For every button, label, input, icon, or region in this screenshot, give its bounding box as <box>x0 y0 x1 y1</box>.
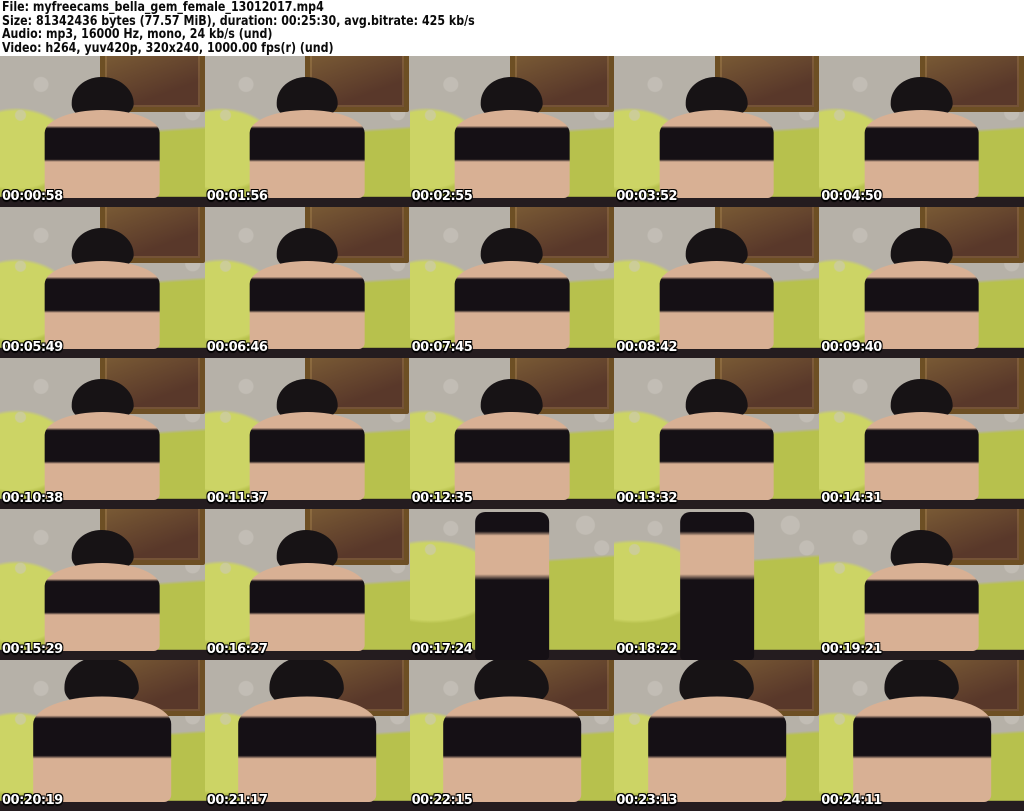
person-silhouette-icon <box>864 77 979 198</box>
video-thumbnail: 00:08:42 <box>614 207 820 358</box>
timestamp-overlay: 00:16:27 <box>206 642 268 657</box>
person-silhouette-icon <box>249 77 365 198</box>
timestamp-overlay: 00:21:17 <box>206 793 268 808</box>
timestamp-overlay: 00:14:31 <box>821 491 882 506</box>
person-silhouette-icon <box>454 379 570 500</box>
person-silhouette-icon <box>659 228 774 349</box>
person-silhouette-icon <box>249 228 365 349</box>
video-thumbnail: 00:13:32 <box>614 358 820 509</box>
timestamp-overlay: 00:11:37 <box>206 491 268 506</box>
timestamp-overlay: 00:18:22 <box>616 642 678 657</box>
video-thumbnail: 00:21:17 <box>204 660 410 811</box>
timestamp-overlay: 00:07:45 <box>411 340 473 355</box>
video-thumbnail: 00:00:58 <box>0 56 205 207</box>
person-silhouette-icon <box>647 660 786 802</box>
person-silhouette-icon <box>45 77 160 198</box>
video-thumbnail: 00:01:56 <box>204 56 410 207</box>
timestamp-overlay: 00:22:15 <box>411 793 473 808</box>
media-info-header: File: myfreecams_bella_gem_female_130120… <box>0 0 1024 56</box>
timestamp-overlay: 00:20:19 <box>2 793 63 808</box>
video-info-line: Video: h264, yuv420p, 320x240, 1000.00 f… <box>2 40 334 56</box>
video-thumbnail: 00:19:21 <box>819 509 1024 660</box>
video-thumbnail: 00:14:31 <box>819 358 1024 509</box>
video-thumbnail: 00:23:13 <box>614 660 820 811</box>
person-silhouette-icon <box>33 660 172 802</box>
person-silhouette-icon <box>249 530 365 651</box>
person-silhouette-icon <box>864 228 979 349</box>
person-silhouette-icon <box>852 660 991 802</box>
timestamp-overlay: 00:00:58 <box>2 189 63 204</box>
contact-sheet: File: myfreecams_bella_gem_female_130120… <box>0 0 1024 811</box>
timestamp-overlay: 00:09:40 <box>821 340 882 355</box>
timestamp-overlay: 00:13:32 <box>616 491 678 506</box>
timestamp-overlay: 00:05:49 <box>2 340 63 355</box>
video-thumbnail: 00:02:55 <box>409 56 615 207</box>
video-thumbnail: 00:05:49 <box>0 207 205 358</box>
timestamp-overlay: 00:03:52 <box>616 189 678 204</box>
audio-info-line: Audio: mp3, 16000 Hz, mono, 24 kb/s (und… <box>2 27 273 42</box>
video-thumbnail: 00:20:19 <box>0 660 205 811</box>
thumbnail-grid: 00:00:58 00:01:56 00:02:55 00:03:52 00:0… <box>0 56 1024 811</box>
size-info-line: Size: 81342436 bytes (77.57 MiB), durati… <box>2 13 475 29</box>
person-silhouette-icon <box>475 512 549 660</box>
video-thumbnail: 00:17:24 <box>409 509 615 660</box>
timestamp-overlay: 00:04:50 <box>821 189 882 204</box>
video-thumbnail: 00:15:29 <box>0 509 205 660</box>
person-silhouette-icon <box>454 228 570 349</box>
person-silhouette-icon <box>238 660 376 802</box>
timestamp-overlay: 00:23:13 <box>616 793 678 808</box>
person-silhouette-icon <box>45 228 160 349</box>
person-silhouette-icon <box>45 379 160 500</box>
video-thumbnail: 00:04:50 <box>819 56 1024 207</box>
person-silhouette-icon <box>659 77 774 198</box>
person-silhouette-icon <box>249 379 365 500</box>
file-info-line: File: myfreecams_bella_gem_female_130120… <box>2 0 324 15</box>
person-silhouette-icon <box>864 379 979 500</box>
timestamp-overlay: 00:08:42 <box>616 340 678 355</box>
video-thumbnail: 00:16:27 <box>204 509 410 660</box>
person-silhouette-icon <box>659 379 774 500</box>
video-thumbnail: 00:06:46 <box>204 207 410 358</box>
video-thumbnail: 00:10:38 <box>0 358 205 509</box>
timestamp-overlay: 00:24:11 <box>821 793 882 808</box>
video-thumbnail: 00:22:15 <box>409 660 615 811</box>
person-silhouette-icon <box>454 77 570 198</box>
video-thumbnail: 00:03:52 <box>614 56 820 207</box>
person-silhouette-icon <box>45 530 160 651</box>
timestamp-overlay: 00:10:38 <box>2 491 63 506</box>
video-thumbnail: 00:11:37 <box>204 358 410 509</box>
timestamp-overlay: 00:17:24 <box>411 642 473 657</box>
person-silhouette-icon <box>443 660 581 802</box>
timestamp-overlay: 00:19:21 <box>821 642 882 657</box>
timestamp-overlay: 00:15:29 <box>2 642 63 657</box>
timestamp-overlay: 00:06:46 <box>206 340 268 355</box>
timestamp-overlay: 00:01:56 <box>206 189 268 204</box>
video-thumbnail: 00:07:45 <box>409 207 615 358</box>
timestamp-overlay: 00:02:55 <box>411 189 473 204</box>
timestamp-overlay: 00:12:35 <box>411 491 473 506</box>
video-thumbnail: 00:12:35 <box>409 358 615 509</box>
person-silhouette-icon <box>864 530 979 651</box>
video-thumbnail: 00:24:11 <box>819 660 1024 811</box>
video-thumbnail: 00:18:22 <box>614 509 820 660</box>
video-thumbnail: 00:09:40 <box>819 207 1024 358</box>
person-silhouette-icon <box>679 512 754 660</box>
